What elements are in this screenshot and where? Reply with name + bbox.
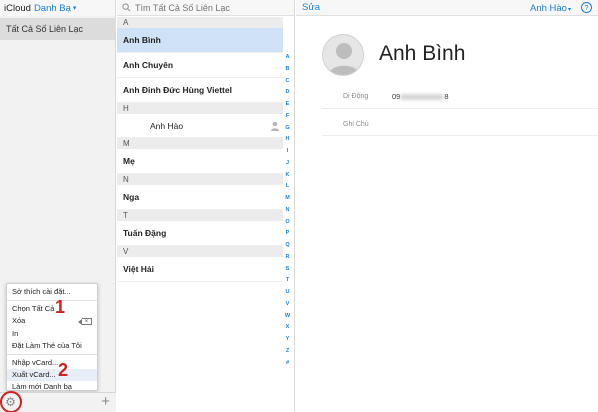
- alphabet-index-letter[interactable]: M: [285, 193, 290, 205]
- alphabet-index-letter[interactable]: #: [286, 358, 289, 370]
- section-header: H: [117, 103, 283, 114]
- sidebar-footer: ⚙ +: [0, 391, 116, 412]
- menu-item-delete-label: Xóa: [12, 316, 26, 326]
- alphabet-index-letter[interactable]: X: [286, 322, 290, 334]
- alphabet-index-letter[interactable]: I: [287, 146, 289, 158]
- list-item[interactable]: Mẹ: [117, 149, 283, 174]
- alphabet-index-letter[interactable]: L: [286, 181, 289, 193]
- menu-item-print[interactable]: In: [7, 328, 97, 340]
- contact-detail-pane: Sửa Anh Hào▾ ? Anh Bình Di Động 09 8 Ghi …: [296, 0, 598, 412]
- phone-redacted: [400, 94, 445, 101]
- alphabet-index-letter[interactable]: F: [286, 111, 289, 123]
- notes-label: Ghi Chú: [343, 121, 369, 128]
- divider: [322, 108, 598, 109]
- alphabet-index-letter[interactable]: W: [285, 311, 290, 323]
- section-header: N: [117, 174, 283, 185]
- search-input[interactable]: [135, 2, 285, 13]
- phone-prefix: 09: [392, 92, 401, 101]
- edit-button[interactable]: Sửa: [302, 2, 320, 13]
- section-header: M: [117, 138, 283, 149]
- list-item[interactable]: Nga: [117, 185, 283, 210]
- alphabet-index-letter[interactable]: U: [286, 287, 290, 299]
- alphabet-index-letter[interactable]: E: [286, 99, 290, 111]
- search-bar: [117, 0, 294, 16]
- help-button[interactable]: ?: [581, 2, 592, 13]
- alphabet-index-letter[interactable]: Q: [285, 240, 289, 252]
- menu-item-export-vcard[interactable]: Xuất vCard...: [7, 369, 97, 382]
- alphabet-index-letter[interactable]: A: [286, 52, 290, 64]
- alphabet-index-letter[interactable]: O: [285, 217, 289, 229]
- groups-sidebar: iCloud Danh Bạ ▾ Tất Cả Số Liên Lạc Sở t…: [0, 0, 116, 412]
- list-item-my-card[interactable]: Anh Hào: [117, 114, 283, 138]
- list-item[interactable]: Anh Đinh Đức Hùng Viettel: [117, 78, 283, 103]
- person-icon: [270, 121, 280, 131]
- contact-name: Anh Bình: [379, 42, 466, 65]
- list-item[interactable]: Việt Hải: [117, 257, 283, 282]
- alphabet-index-letter[interactable]: T: [286, 275, 289, 287]
- alphabet-index-letter[interactable]: D: [286, 87, 290, 99]
- alphabet-index-letter[interactable]: N: [286, 205, 290, 217]
- list-item[interactable]: Anh Chuyên: [117, 53, 283, 78]
- alphabet-index-letter[interactable]: Z: [286, 346, 289, 358]
- menu-divider: [7, 353, 97, 355]
- section-header: V: [117, 246, 283, 257]
- alphabet-index-letter[interactable]: B: [286, 64, 290, 76]
- divider: [322, 135, 598, 136]
- account-name: Anh Hào: [530, 3, 567, 14]
- app-switcher[interactable]: Danh Bạ: [34, 3, 71, 14]
- group-all-contacts[interactable]: Tất Cả Số Liên Lạc: [0, 18, 116, 40]
- contact-list-pane: A Anh Bình Anh Chuyên Anh Đinh Đức Hùng …: [117, 0, 295, 412]
- section-header: A: [117, 17, 283, 28]
- settings-menu: Sở thích cài đặt... Chọn Tất Cả Xóa × In…: [6, 283, 98, 391]
- list-item-label: Anh Hào: [150, 120, 184, 131]
- menu-divider: [7, 300, 97, 302]
- phone-label: Di Động: [343, 93, 369, 100]
- menu-item-preferences[interactable]: Sở thích cài đặt...: [7, 286, 97, 298]
- menu-item-make-my-card[interactable]: Đặt Làm Thẻ của Tôi: [7, 340, 97, 352]
- alphabet-index-letter[interactable]: V: [286, 299, 290, 311]
- menu-item-delete[interactable]: Xóa ×: [7, 315, 97, 327]
- menu-item-import-vcard[interactable]: Nhập vCard...: [7, 357, 97, 369]
- alphabet-index-letter[interactable]: K: [286, 170, 290, 182]
- alphabet-index-letter[interactable]: S: [286, 264, 290, 276]
- alphabet-index-letter[interactable]: C: [286, 76, 290, 88]
- section-header: T: [117, 210, 283, 221]
- alphabet-index: A B C D E F G H I J K L M N O P Q R S T U V W X Y Z #: [282, 52, 293, 369]
- alphabet-index-letter[interactable]: Y: [286, 334, 290, 346]
- contact-list: A Anh Bình Anh Chuyên Anh Đinh Đức Hùng …: [117, 17, 283, 282]
- alphabet-index-letter[interactable]: H: [286, 134, 290, 146]
- alphabet-index-letter[interactable]: G: [285, 123, 289, 135]
- phone-value[interactable]: 09 8: [392, 92, 449, 101]
- app-name: iCloud: [4, 2, 31, 14]
- list-item[interactable]: Tuấn Đặng: [117, 221, 283, 246]
- list-item[interactable]: Anh Bình: [117, 28, 283, 53]
- annotation-circle: [0, 391, 22, 412]
- menu-item-select-all[interactable]: Chọn Tất Cả: [7, 303, 97, 315]
- add-group-button[interactable]: +: [101, 394, 110, 410]
- alphabet-index-letter[interactable]: J: [286, 158, 289, 170]
- alphabet-index-letter[interactable]: P: [286, 228, 290, 240]
- avatar: [322, 34, 364, 76]
- chevron-down-icon: ▾: [567, 7, 571, 13]
- account-menu[interactable]: Anh Hào▾: [530, 3, 571, 14]
- delete-key-icon: ×: [78, 318, 92, 326]
- app-title-bar: iCloud Danh Bạ ▾: [0, 0, 115, 16]
- step-marker-2: 2: [58, 360, 69, 380]
- detail-toolbar: Sửa Anh Hào▾ ?: [296, 0, 598, 16]
- phone-suffix: 8: [444, 92, 449, 101]
- alphabet-index-letter[interactable]: R: [286, 252, 290, 264]
- search-icon: [122, 3, 131, 12]
- chevron-down-icon[interactable]: ▾: [73, 4, 77, 12]
- step-marker-1: 1: [55, 297, 66, 317]
